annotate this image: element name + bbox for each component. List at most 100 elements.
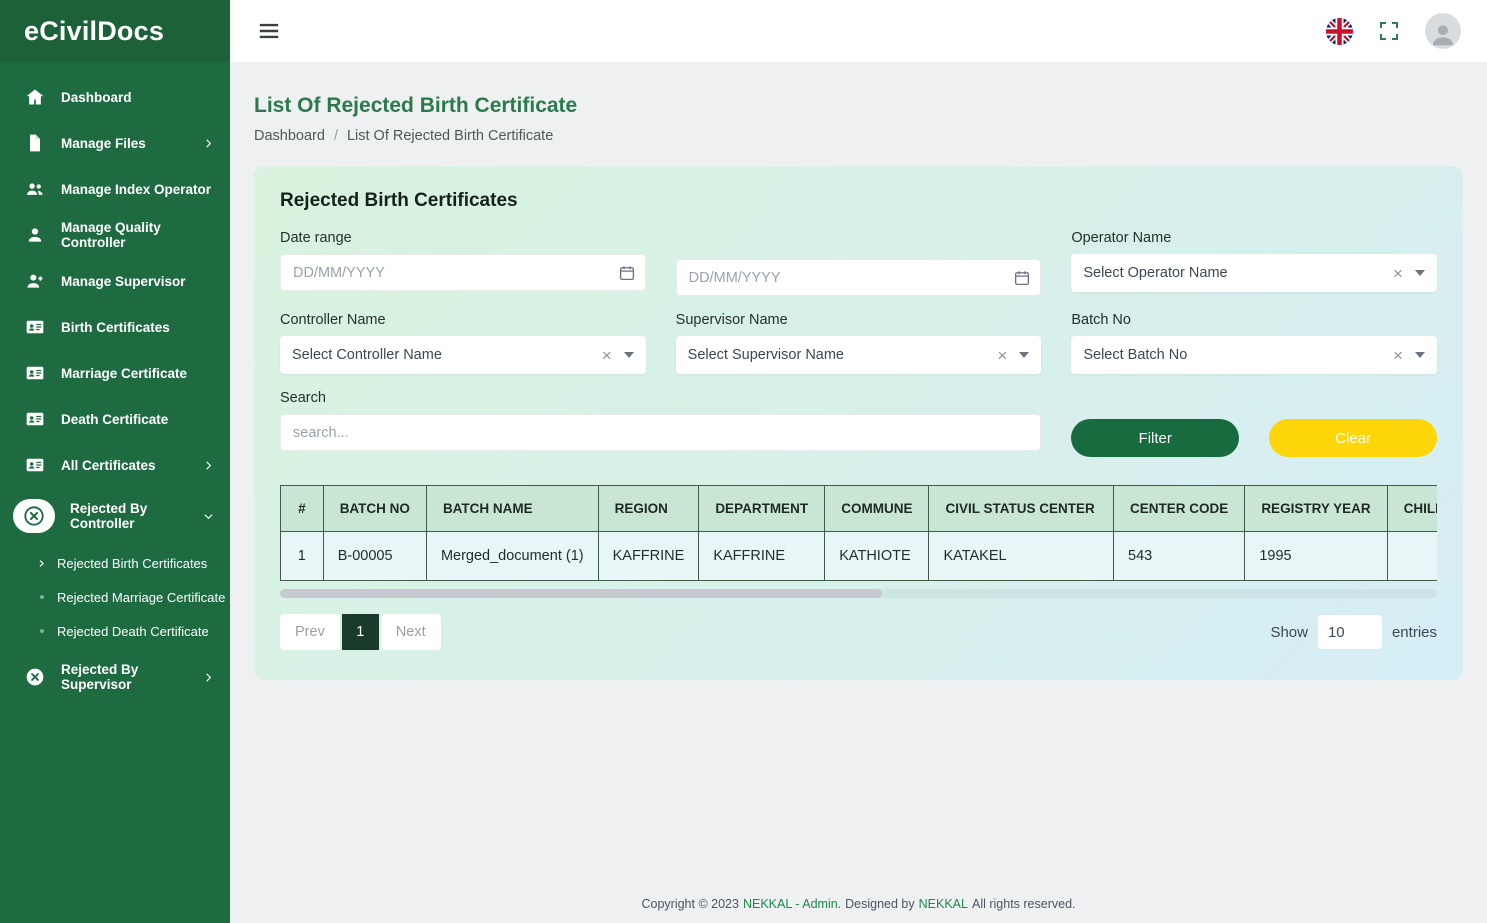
sidebar-item-manage-quality-controller[interactable]: Manage Quality Controller — [0, 212, 230, 258]
col-header-civil-status-center: CIVIL STATUS CENTER — [929, 486, 1114, 532]
col-header-center-code: CENTER CODE — [1114, 486, 1245, 532]
sidebar-item-label: Manage Supervisor — [61, 274, 186, 289]
chevron-down-icon[interactable] — [1019, 352, 1029, 358]
sidebar-item-label: All Certificates — [61, 458, 156, 473]
sidebar-item-label: Marriage Certificate — [61, 366, 187, 381]
chevron-down-icon[interactable] — [624, 352, 634, 358]
sidebar-item-label: Rejected By Supervisor — [61, 662, 188, 692]
footer-designed-by: Designed by — [845, 897, 915, 911]
id-card-icon — [24, 408, 46, 430]
chevron-right-icon — [203, 138, 214, 149]
id-card-icon — [24, 454, 46, 476]
sidebar-item-birth-certificates[interactable]: Birth Certificates — [0, 304, 230, 350]
fullscreen-icon[interactable] — [1377, 19, 1401, 43]
results-table-wrapper: # BATCH NO BATCH NAME REGION DEPARTMENT … — [280, 485, 1437, 581]
entries-count-input[interactable] — [1318, 615, 1382, 649]
chevron-down-icon[interactable] — [1415, 352, 1425, 358]
active-item-badge — [13, 499, 55, 533]
search-input[interactable] — [280, 414, 1041, 451]
date-from-input[interactable] — [280, 254, 646, 291]
current-page-button[interactable]: 1 — [342, 614, 379, 650]
clear-selection-icon[interactable]: × — [997, 347, 1007, 364]
sidebar-subitem-rejected-marriage-certificate[interactable]: Rejected Marriage Certificate — [0, 580, 230, 614]
topbar — [230, 0, 1487, 62]
sidebar-item-manage-index-operator[interactable]: Manage Index Operator — [0, 166, 230, 212]
footer-copyright: Copyright © 2023 — [641, 897, 738, 911]
pagination: Prev 1 Next — [280, 614, 441, 650]
search-label: Search — [280, 390, 1041, 406]
sidebar-subitem-label: Rejected Birth Certificates — [57, 556, 207, 571]
cell-registry-year: 1995 — [1245, 532, 1387, 581]
active-caret-icon — [36, 559, 47, 568]
cell-commune: KATHIOTE — [825, 532, 929, 581]
breadcrumb-dashboard[interactable]: Dashboard — [254, 128, 325, 144]
sidebar-subitem-rejected-death-certificate[interactable]: Rejected Death Certificate — [0, 614, 230, 648]
table-row: 1 B-00005 Merged_document (1) KAFFRINE K… — [281, 532, 1438, 581]
col-header-batch-name: BATCH NAME — [426, 486, 598, 532]
rejected-by-controller-submenu: Rejected Birth Certificates Rejected Mar… — [0, 544, 230, 654]
sidebar-item-manage-files[interactable]: Manage Files — [0, 120, 230, 166]
select-value: Select Batch No — [1083, 347, 1187, 363]
sidebar-item-rejected-by-controller[interactable]: Rejected By Controller — [0, 488, 230, 544]
batch-no-label: Batch No — [1071, 312, 1437, 328]
sidebar-item-dashboard[interactable]: Dashboard — [0, 74, 230, 120]
sidebar-item-death-certificate[interactable]: Death Certificate — [0, 396, 230, 442]
controller-name-field: Controller Name Select Controller Name × — [280, 312, 646, 374]
clear-selection-icon[interactable]: × — [602, 347, 612, 364]
rejected-certificates-panel: Rejected Birth Certificates Date range — [254, 166, 1463, 680]
date-from-field: Date range — [280, 230, 646, 296]
users-icon — [24, 178, 46, 200]
sidebar-subitem-rejected-birth-certificates[interactable]: Rejected Birth Certificates — [0, 546, 230, 580]
col-header-region: REGION — [598, 486, 699, 532]
chevron-down-icon — [203, 511, 214, 522]
prev-page-button[interactable]: Prev — [280, 614, 340, 650]
breadcrumb: Dashboard / List Of Rejected Birth Certi… — [254, 128, 1463, 144]
clear-button[interactable]: Clear — [1269, 419, 1437, 457]
sidebar-item-manage-supervisor[interactable]: Manage Supervisor — [0, 258, 230, 304]
person-icon — [1428, 19, 1458, 49]
app-root: eCivilDocs Dashboard Manage Files — [0, 0, 1487, 923]
footer-nekkal-link[interactable]: NEKKAL — [919, 897, 968, 911]
cell-childs — [1387, 532, 1437, 581]
user-avatar[interactable] — [1425, 13, 1461, 49]
bullet-dot-icon — [36, 629, 47, 633]
footer-admin-link[interactable]: NEKKAL - Admin. — [743, 897, 841, 911]
cell-index: 1 — [281, 532, 324, 581]
supervisor-name-select[interactable]: Select Supervisor Name × — [676, 336, 1042, 374]
next-page-button[interactable]: Next — [381, 614, 441, 650]
clear-selection-icon[interactable]: × — [1393, 265, 1403, 282]
sidebar-item-label: Death Certificate — [61, 412, 168, 427]
controller-name-label: Controller Name — [280, 312, 646, 328]
sidebar-item-label: Manage Index Operator — [61, 182, 211, 197]
horizontal-scrollbar-thumb[interactable] — [280, 589, 882, 598]
cell-region: KAFFRINE — [598, 532, 699, 581]
menu-toggle-button[interactable] — [256, 20, 282, 42]
sidebar-nav: Dashboard Manage Files Manage Index Oper… — [0, 62, 230, 700]
clear-selection-icon[interactable]: × — [1393, 347, 1403, 364]
home-icon — [24, 86, 46, 108]
col-header-registry-year: REGISTRY YEAR — [1245, 486, 1387, 532]
hamburger-icon — [256, 18, 282, 44]
panel-heading: Rejected Birth Certificates — [280, 190, 1437, 212]
calendar-icon[interactable] — [618, 264, 636, 282]
chevron-right-icon — [203, 672, 214, 683]
main-area: List Of Rejected Birth Certificate Dashb… — [230, 0, 1487, 923]
cell-batch-no: B-00005 — [323, 532, 426, 581]
date-to-input[interactable] — [676, 259, 1042, 296]
calendar-icon[interactable] — [1013, 269, 1031, 287]
batch-no-select[interactable]: Select Batch No × — [1071, 336, 1437, 374]
operator-name-select[interactable]: Select Operator Name × — [1071, 254, 1437, 292]
id-card-icon — [24, 316, 46, 338]
filter-button[interactable]: Filter — [1071, 419, 1239, 457]
chevron-down-icon[interactable] — [1415, 270, 1425, 276]
sidebar-item-rejected-by-supervisor[interactable]: Rejected By Supervisor — [0, 654, 230, 700]
sidebar-item-all-certificates[interactable]: All Certificates — [0, 442, 230, 488]
controller-name-select[interactable]: Select Controller Name × — [280, 336, 646, 374]
sidebar-subitem-label: Rejected Death Certificate — [57, 624, 209, 639]
sidebar-item-marriage-certificate[interactable]: Marriage Certificate — [0, 350, 230, 396]
entries-control: Show entries — [1270, 615, 1437, 649]
sidebar-subitem-label: Rejected Marriage Certificate — [57, 590, 225, 605]
uk-flag-icon[interactable] — [1326, 18, 1353, 45]
batch-no-field: Batch No Select Batch No × — [1071, 312, 1437, 374]
cell-batch-name: Merged_document (1) — [426, 532, 598, 581]
